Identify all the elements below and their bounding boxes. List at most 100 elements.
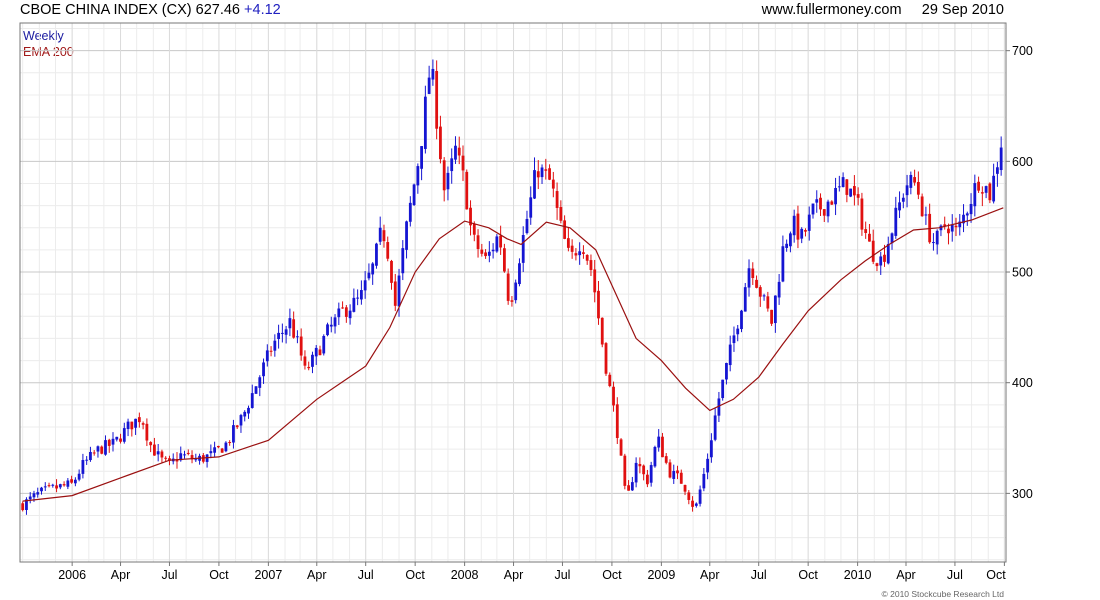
candle-body bbox=[378, 227, 382, 242]
candle-body bbox=[563, 220, 567, 239]
candle-body bbox=[679, 472, 683, 484]
candle-body bbox=[149, 442, 153, 446]
candle-body bbox=[397, 275, 401, 307]
x-tick-label: Jul bbox=[751, 568, 767, 582]
candle-body bbox=[427, 77, 431, 94]
candle-body bbox=[137, 417, 141, 423]
candle-body bbox=[439, 126, 442, 160]
x-tick-label: Apr bbox=[896, 568, 915, 582]
y-tick-label: 600 bbox=[1012, 155, 1033, 169]
candle-body bbox=[89, 451, 92, 461]
candle-body bbox=[382, 230, 386, 242]
candle-body bbox=[92, 452, 96, 454]
x-tick-label: Apr bbox=[307, 568, 326, 582]
candle-body bbox=[499, 235, 503, 248]
y-tick-label: 700 bbox=[1012, 44, 1033, 58]
candle-body bbox=[341, 307, 344, 309]
candle-body bbox=[755, 279, 758, 288]
candle-body bbox=[164, 457, 168, 459]
candle-body bbox=[77, 473, 81, 480]
candle-body bbox=[126, 421, 130, 430]
candle-body bbox=[506, 273, 510, 301]
candle-body bbox=[920, 196, 924, 217]
candle-body bbox=[247, 407, 250, 414]
candle-body bbox=[653, 446, 657, 467]
candle-body bbox=[533, 170, 536, 199]
candle-body bbox=[702, 473, 706, 489]
grid-lines bbox=[20, 23, 1006, 562]
candle-body bbox=[134, 418, 137, 428]
candle-body bbox=[536, 171, 540, 178]
candle-body bbox=[691, 500, 694, 507]
candle-body bbox=[344, 307, 348, 317]
price-chart: 300 400 500 600 700 2006 Apr Jul Oct 2007 Apr Jul O… bbox=[19, 22, 1033, 582]
candle-body bbox=[521, 235, 525, 263]
candle-body bbox=[153, 444, 156, 456]
candle-body bbox=[548, 168, 551, 180]
candle-body bbox=[491, 249, 495, 252]
x-tick-label: Oct bbox=[405, 568, 425, 582]
candle-body bbox=[905, 185, 909, 196]
candle-body bbox=[860, 198, 864, 230]
candle-body bbox=[333, 317, 337, 327]
candle-body bbox=[454, 145, 457, 160]
candle-body bbox=[773, 295, 777, 324]
candle-body bbox=[544, 169, 548, 171]
candle-body bbox=[894, 207, 898, 236]
candle-body bbox=[758, 287, 762, 297]
candle-body bbox=[728, 344, 732, 366]
candle-body bbox=[107, 439, 111, 446]
candle-body bbox=[973, 183, 977, 207]
candle-body bbox=[250, 393, 254, 408]
candle-body bbox=[804, 230, 807, 232]
x-tick-label: Jul bbox=[358, 568, 374, 582]
x-tick-label: Apr bbox=[111, 568, 130, 582]
candle-body bbox=[612, 386, 615, 406]
candle-body bbox=[845, 179, 849, 195]
candle-body bbox=[796, 213, 800, 240]
candle-body bbox=[762, 295, 766, 297]
candle-body bbox=[239, 415, 243, 426]
candle-body bbox=[593, 269, 597, 293]
x-tick-label: Jul bbox=[161, 568, 177, 582]
candle-body bbox=[954, 225, 958, 228]
candle-body bbox=[743, 287, 747, 312]
y-tick-label: 300 bbox=[1012, 487, 1033, 501]
candle-body bbox=[412, 184, 416, 205]
candle-body bbox=[130, 421, 134, 430]
x-tick-label: Oct bbox=[798, 568, 818, 582]
candle-body bbox=[55, 485, 58, 489]
candle-body bbox=[879, 256, 883, 266]
candle-body bbox=[314, 347, 318, 357]
candle-body bbox=[495, 236, 499, 252]
candle-body bbox=[390, 260, 393, 283]
candle-body bbox=[646, 474, 649, 485]
candle-body bbox=[375, 243, 378, 266]
candle-body bbox=[28, 496, 32, 500]
candle-body bbox=[269, 350, 273, 352]
x-tick-label: Jul bbox=[947, 568, 963, 582]
candle-body bbox=[352, 297, 356, 312]
candle-body bbox=[66, 480, 70, 487]
x-tick-label: 2008 bbox=[451, 568, 479, 582]
candle-body bbox=[393, 281, 397, 306]
candle-body bbox=[901, 197, 905, 202]
candle-body bbox=[457, 147, 461, 156]
candle-body bbox=[849, 188, 853, 197]
candle-body bbox=[461, 155, 465, 171]
candle-body bbox=[73, 479, 77, 484]
candle-body bbox=[288, 318, 292, 329]
candle-body bbox=[81, 460, 85, 474]
candle-body bbox=[969, 203, 973, 215]
candle-body bbox=[408, 202, 412, 222]
candle-body bbox=[480, 249, 484, 254]
candle-body bbox=[608, 374, 612, 387]
candle-body bbox=[574, 253, 578, 256]
candle-body bbox=[826, 201, 830, 217]
candle-body bbox=[672, 470, 676, 479]
candle-body bbox=[446, 172, 450, 190]
candle-body bbox=[642, 465, 646, 475]
candle-body bbox=[472, 223, 476, 235]
candle-body bbox=[619, 439, 623, 456]
candle-body bbox=[359, 290, 363, 300]
